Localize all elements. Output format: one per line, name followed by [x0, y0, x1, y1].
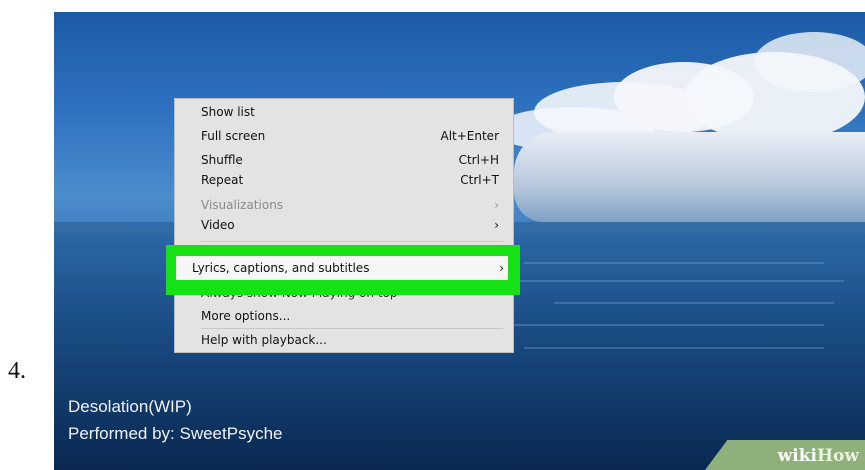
menu-separator — [201, 328, 503, 329]
shortcut-label: Ctrl+T — [460, 173, 499, 187]
context-menu: Show list Full screen Alt+Enter Shuffle … — [174, 98, 514, 353]
menu-item-visualizations: Visualizations › — [201, 195, 499, 215]
menu-item-help-playback[interactable]: Help with playback... — [201, 330, 499, 350]
menu-item-full-screen[interactable]: Full screen Alt+Enter — [201, 126, 499, 146]
menu-item-show-list[interactable]: Show list — [201, 102, 499, 122]
menu-separator — [201, 241, 503, 242]
media-player-window[interactable]: Show list Full screen Alt+Enter Shuffle … — [54, 12, 865, 470]
track-performer: Performed by: SweetPsyche — [68, 424, 283, 443]
menu-item-shuffle[interactable]: Shuffle Ctrl+H — [201, 150, 499, 170]
menu-item-video[interactable]: Video › — [201, 215, 499, 235]
step-number: 4. — [8, 358, 26, 384]
highlight-box: Lyrics, captions, and subtitles › — [166, 245, 520, 295]
track-title: Desolation(WIP) — [68, 397, 192, 416]
chevron-right-icon: › — [494, 198, 499, 212]
shortcut-label: Ctrl+H — [458, 153, 499, 167]
menu-item-more-options[interactable]: More options... — [201, 306, 499, 326]
menu-item-lyrics-captions-subtitles[interactable]: Lyrics, captions, and subtitles › — [176, 256, 508, 280]
chevron-right-icon: › — [494, 218, 499, 232]
shortcut-label: Alt+Enter — [440, 129, 499, 143]
menu-item-repeat[interactable]: Repeat Ctrl+T — [201, 170, 499, 190]
chevron-right-icon: › — [499, 261, 504, 275]
wikihow-logo: wikiHow — [777, 446, 859, 466]
